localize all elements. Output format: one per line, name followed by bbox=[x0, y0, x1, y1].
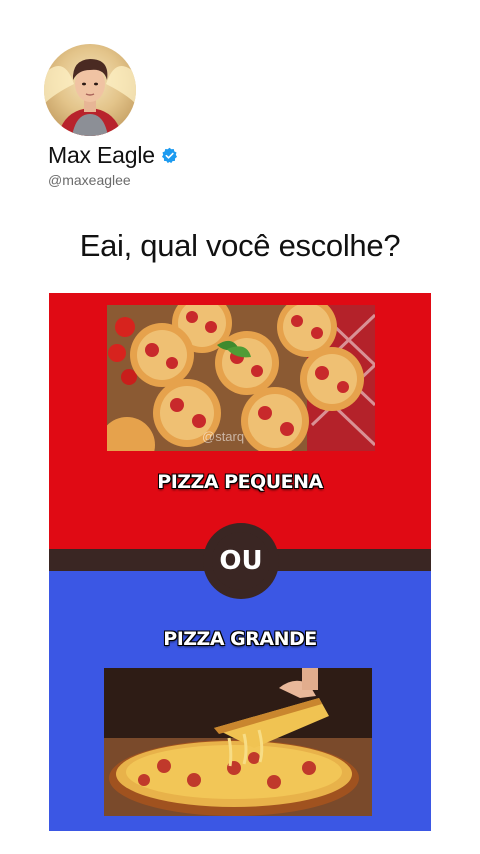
verified-badge-icon bbox=[161, 147, 177, 164]
large-pizza-photo bbox=[104, 668, 372, 816]
post-question: Eai, qual você escolhe? bbox=[79, 228, 401, 263]
post-page: Max Eagle @maxeaglee Eai, qual você esco… bbox=[0, 0, 480, 854]
option-b-label: PIZZA GRANDE bbox=[163, 628, 317, 650]
profile-name-row: Max Eagle bbox=[48, 142, 178, 169]
profile-handle[interactable]: @maxeaglee bbox=[48, 172, 131, 188]
profile-name[interactable]: Max Eagle bbox=[48, 142, 155, 169]
photo-watermark: @starq bbox=[202, 429, 245, 444]
ou-badge: OU bbox=[203, 523, 279, 599]
avatar-photo bbox=[44, 59, 136, 136]
avatar[interactable] bbox=[44, 44, 136, 136]
meme-image: @starq PIZZA PEQUENA OU PIZZA GRANDE bbox=[49, 293, 431, 831]
small-pizzas-photo: @starq bbox=[107, 305, 375, 451]
option-a-label: PIZZA PEQUENA bbox=[157, 471, 323, 493]
ou-label: OU bbox=[212, 532, 270, 590]
